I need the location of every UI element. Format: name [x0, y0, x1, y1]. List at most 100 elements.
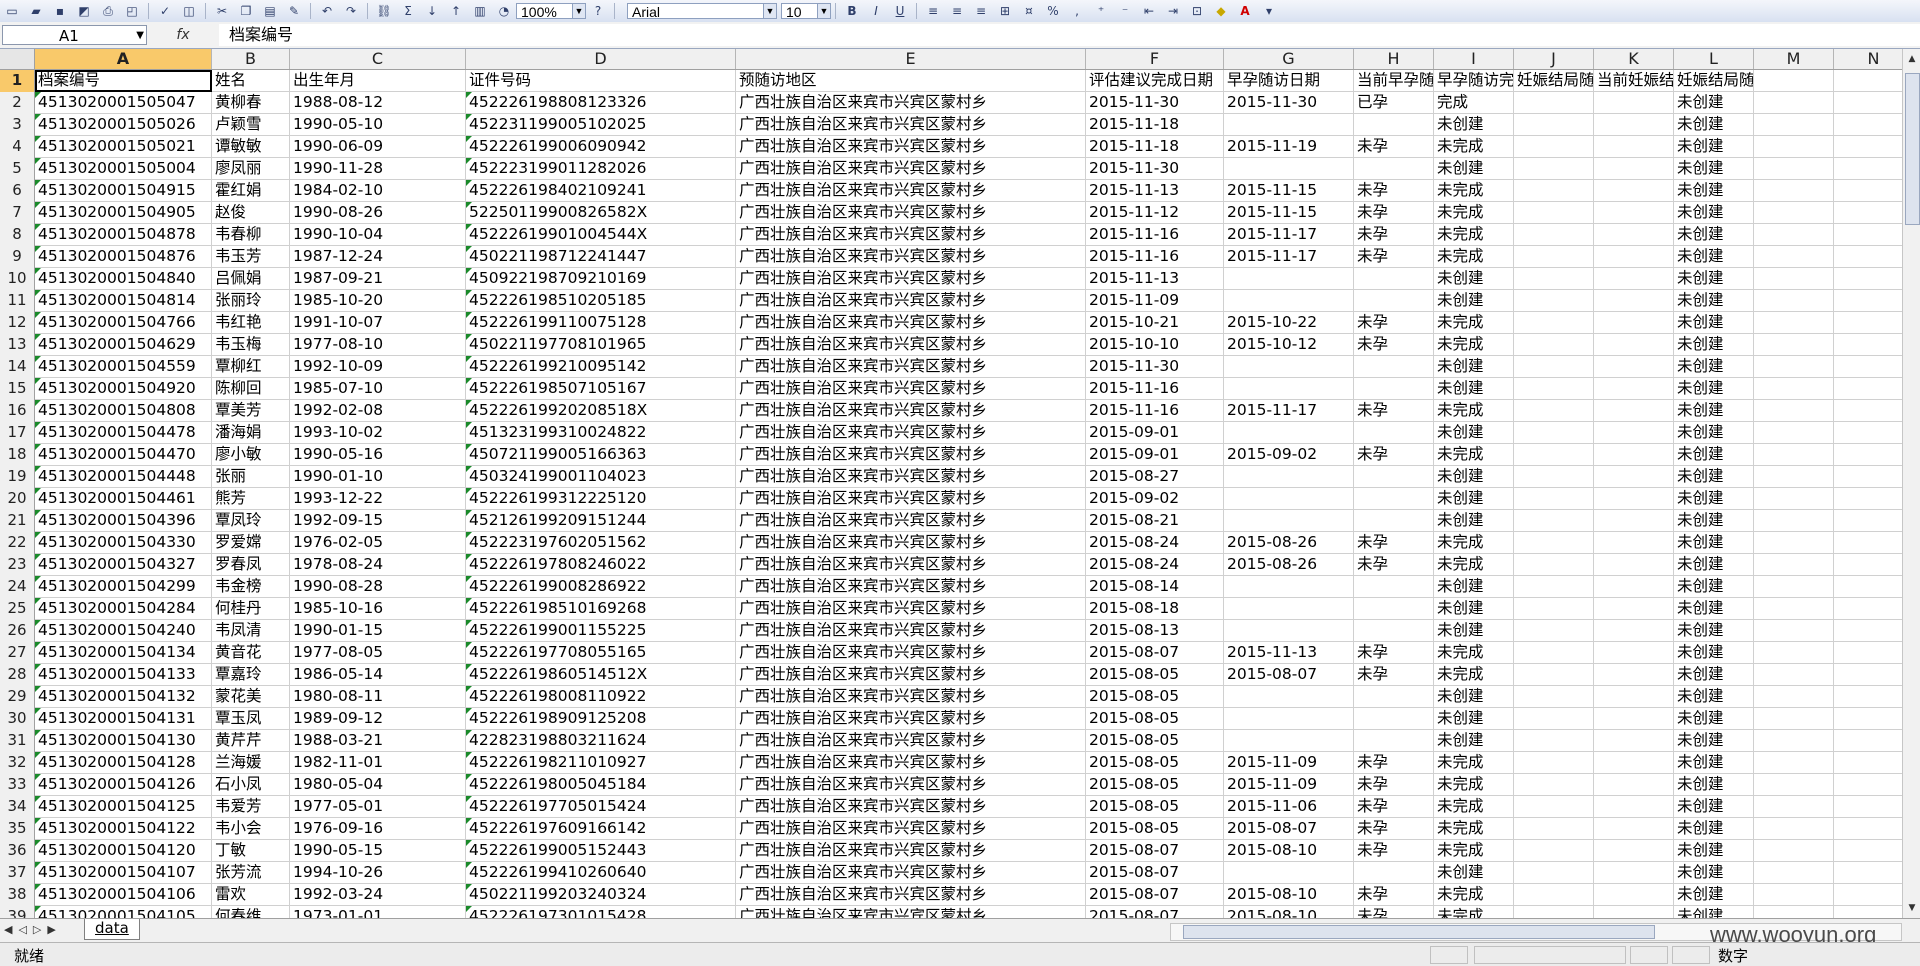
cell-j[interactable]: [1514, 444, 1594, 466]
cell-h[interactable]: [1354, 422, 1434, 444]
cell-f[interactable]: 2015-11-16: [1086, 400, 1224, 422]
cell-j[interactable]: [1514, 796, 1594, 818]
cell-k[interactable]: [1594, 422, 1674, 444]
cell-g[interactable]: 早孕随访日期: [1224, 70, 1354, 92]
cell-f[interactable]: 2015-08-24: [1086, 532, 1224, 554]
cell-a[interactable]: 4513020001504814: [35, 290, 212, 312]
cell-c[interactable]: 1988-03-21: [290, 730, 466, 752]
open-folder-icon[interactable]: ▰: [26, 2, 46, 20]
cell-d[interactable]: 452226199312225120: [466, 488, 736, 510]
cell-a[interactable]: 4513020001504106: [35, 884, 212, 906]
increase-decimal-icon[interactable]: ⁺: [1091, 2, 1111, 20]
cell-a[interactable]: 4513020001504461: [35, 488, 212, 510]
cell-c[interactable]: 1990-05-15: [290, 840, 466, 862]
cell-n[interactable]: [1834, 532, 1902, 554]
cell-l[interactable]: 未创建: [1674, 158, 1754, 180]
cell-e[interactable]: 广西壮族自治区来宾市兴宾区蒙村乡: [736, 136, 1086, 158]
cell-j[interactable]: [1514, 92, 1594, 114]
cell-h[interactable]: 未孕: [1354, 444, 1434, 466]
cell-h[interactable]: [1354, 620, 1434, 642]
cell-l[interactable]: 未创建: [1674, 356, 1754, 378]
cell-c[interactable]: 1992-03-24: [290, 884, 466, 906]
cell-b[interactable]: 卢颖雪: [212, 114, 290, 136]
cell-i[interactable]: 未完成: [1434, 884, 1514, 906]
cell-d[interactable]: 452231199005102025: [466, 114, 736, 136]
cell-k[interactable]: [1594, 114, 1674, 136]
cell-g[interactable]: 2015-11-19: [1224, 136, 1354, 158]
cell-c[interactable]: 1976-02-05: [290, 532, 466, 554]
cell-e[interactable]: 广西壮族自治区来宾市兴宾区蒙村乡: [736, 840, 1086, 862]
cell-f[interactable]: 2015-11-12: [1086, 202, 1224, 224]
cell-k[interactable]: [1594, 466, 1674, 488]
cell-k[interactable]: [1594, 312, 1674, 334]
row-header[interactable]: 4: [0, 136, 35, 158]
cell-d[interactable]: 452226198909125208: [466, 708, 736, 730]
cell-b[interactable]: 张芳流: [212, 862, 290, 884]
cell-h[interactable]: 未孕: [1354, 246, 1434, 268]
row-header[interactable]: 21: [0, 510, 35, 532]
cell-h[interactable]: 未孕: [1354, 774, 1434, 796]
cell-h[interactable]: [1354, 708, 1434, 730]
column-header-e[interactable]: E: [736, 49, 1086, 69]
cell-i[interactable]: 未创建: [1434, 466, 1514, 488]
cell-e[interactable]: 预随访地区: [736, 70, 1086, 92]
cell-h[interactable]: [1354, 466, 1434, 488]
cell-j[interactable]: [1514, 730, 1594, 752]
cell-e[interactable]: 广西壮族自治区来宾市兴宾区蒙村乡: [736, 664, 1086, 686]
cell-j[interactable]: [1514, 906, 1594, 918]
cell-c[interactable]: 1990-05-10: [290, 114, 466, 136]
cell-h[interactable]: [1354, 686, 1434, 708]
cell-i[interactable]: 未创建: [1434, 576, 1514, 598]
cell-e[interactable]: 广西壮族自治区来宾市兴宾区蒙村乡: [736, 444, 1086, 466]
cell-i[interactable]: 未完成: [1434, 752, 1514, 774]
cell-c[interactable]: 1988-08-12: [290, 92, 466, 114]
cell-g[interactable]: 2015-11-30: [1224, 92, 1354, 114]
cell-i[interactable]: 未创建: [1434, 114, 1514, 136]
cell-b[interactable]: 韦爱芳: [212, 796, 290, 818]
cell-a[interactable]: 4513020001504629: [35, 334, 212, 356]
cell-l[interactable]: 未创建: [1674, 620, 1754, 642]
column-header-d[interactable]: D: [466, 49, 736, 69]
cell-i[interactable]: 完成: [1434, 92, 1514, 114]
cell-b[interactable]: 陈柳回: [212, 378, 290, 400]
cell-a[interactable]: 4513020001504840: [35, 268, 212, 290]
cell-a[interactable]: 4513020001504240: [35, 620, 212, 642]
font-size-select[interactable]: 10 ▼: [781, 3, 831, 20]
cell-b[interactable]: 兰海媛: [212, 752, 290, 774]
cell-b[interactable]: 黄芹芹: [212, 730, 290, 752]
cell-l[interactable]: 未创建: [1674, 510, 1754, 532]
row-header[interactable]: 20: [0, 488, 35, 510]
cell-m[interactable]: [1754, 92, 1834, 114]
cell-n[interactable]: [1834, 862, 1902, 884]
cell-b[interactable]: 韦玉芳: [212, 246, 290, 268]
cell-d[interactable]: 45222619901004544X: [466, 224, 736, 246]
cell-b[interactable]: 覃嘉玲: [212, 664, 290, 686]
cell-d[interactable]: 452226199006090942: [466, 136, 736, 158]
cell-g[interactable]: 2015-11-17: [1224, 246, 1354, 268]
row-header[interactable]: 30: [0, 708, 35, 730]
cell-d[interactable]: 452226197609166142: [466, 818, 736, 840]
chevron-down-icon[interactable]: ▼: [763, 4, 776, 18]
cell-f[interactable]: 2015-08-07: [1086, 906, 1224, 918]
cell-e[interactable]: 广西壮族自治区来宾市兴宾区蒙村乡: [736, 598, 1086, 620]
cell-a[interactable]: 4513020001504125: [35, 796, 212, 818]
cell-l[interactable]: 妊娠结局随访完成状态: [1674, 70, 1754, 92]
cell-k[interactable]: [1594, 136, 1674, 158]
cell-l[interactable]: 未创建: [1674, 334, 1754, 356]
print-preview-icon[interactable]: ◰: [122, 2, 142, 20]
cell-l[interactable]: 未创建: [1674, 422, 1754, 444]
cell-k[interactable]: [1594, 818, 1674, 840]
row-header[interactable]: 31: [0, 730, 35, 752]
cell-n[interactable]: [1834, 796, 1902, 818]
cell-n[interactable]: [1834, 554, 1902, 576]
cell-a[interactable]: 4513020001504133: [35, 664, 212, 686]
row-header[interactable]: 10: [0, 268, 35, 290]
cell-n[interactable]: [1834, 686, 1902, 708]
cell-e[interactable]: 广西壮族自治区来宾市兴宾区蒙村乡: [736, 774, 1086, 796]
cell-n[interactable]: [1834, 884, 1902, 906]
cell-m[interactable]: [1754, 488, 1834, 510]
row-header[interactable]: 22: [0, 532, 35, 554]
cell-c[interactable]: 1990-08-28: [290, 576, 466, 598]
cell-g[interactable]: [1224, 620, 1354, 642]
cell-b[interactable]: 熊芳: [212, 488, 290, 510]
